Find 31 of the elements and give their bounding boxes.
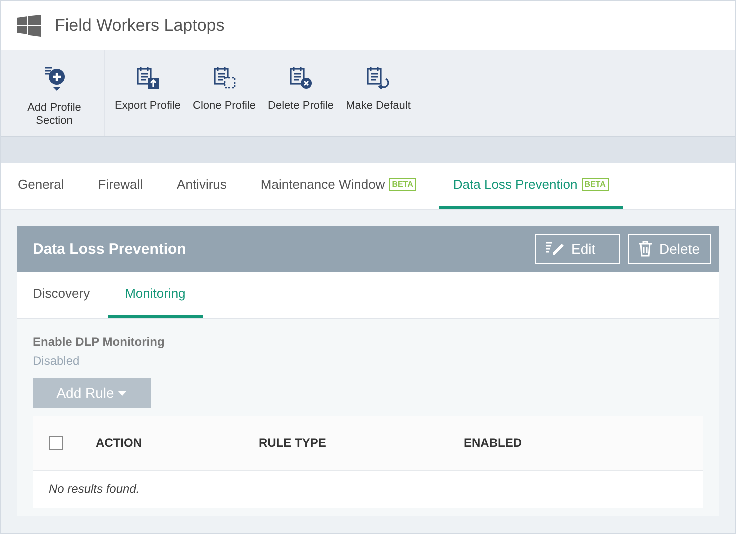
toolbar-button[interactable]: Delete Profile <box>262 50 340 113</box>
document-default-icon <box>366 66 390 90</box>
toolbar-button[interactable]: Clone Profile <box>187 50 262 113</box>
beta-badge: BETA <box>582 178 609 191</box>
sub-tab[interactable]: Discovery <box>21 272 102 318</box>
profile-tab[interactable]: Data Loss Prevention BETA <box>439 163 623 209</box>
windows-logo-icon <box>17 14 41 36</box>
profile-tab[interactable]: General <box>7 163 76 209</box>
document-clone-icon <box>212 66 237 90</box>
trash-icon <box>638 241 652 257</box>
profile-tab[interactable]: Firewall <box>87 163 154 209</box>
toolbar-button[interactable]: Export Profile <box>109 50 188 113</box>
column-header: ENABLED <box>464 436 522 450</box>
empty-message: No results found. <box>48 481 141 498</box>
document-delete-icon <box>289 66 314 90</box>
profile-tab[interactable]: Antivirus <box>166 163 238 209</box>
select-all-checkbox[interactable] <box>49 436 63 450</box>
sub-tab[interactable]: Monitoring <box>108 272 203 318</box>
pencil-icon <box>546 242 564 256</box>
column-header: RULE TYPE <box>259 436 328 450</box>
document-export-icon <box>136 66 160 90</box>
beta-badge: BETA <box>389 178 416 191</box>
caret-icon <box>118 390 128 396</box>
panel-title: Data Loss Prevention <box>33 240 186 258</box>
toolbar-button[interactable]: Make Default <box>340 50 417 113</box>
add-section-icon <box>44 66 66 92</box>
setting-label: Enable DLP Monitoring <box>33 335 166 349</box>
profile-tab[interactable]: Maintenance Window BETA <box>250 163 428 209</box>
window-title: Field Workers Laptops <box>55 16 225 36</box>
column-header: ACTION <box>96 436 143 450</box>
setting-value: Disabled <box>33 354 81 368</box>
